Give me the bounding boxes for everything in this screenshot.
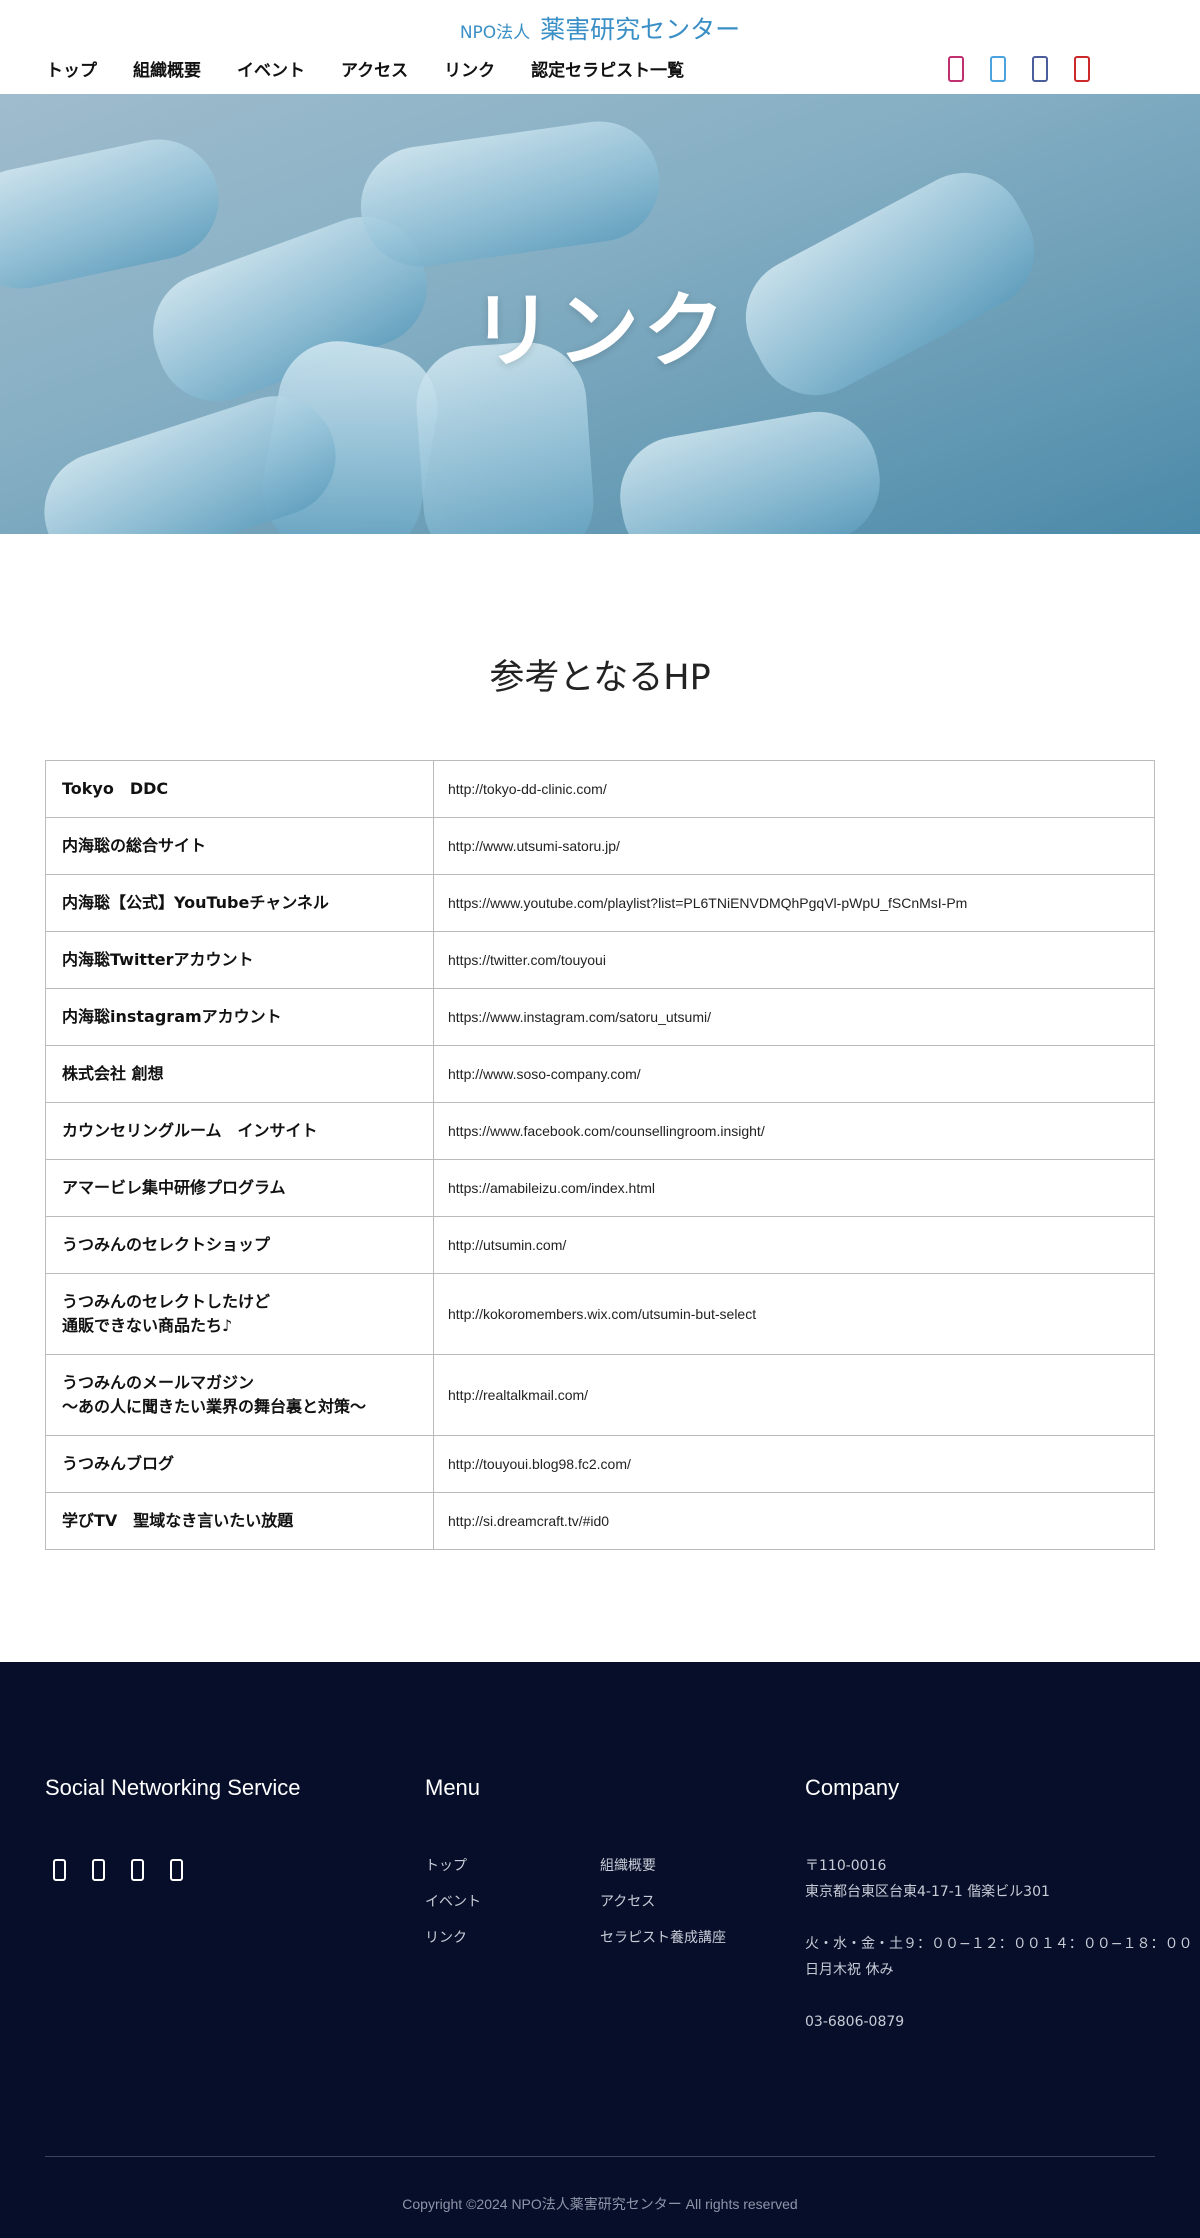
footer-sns-title: Social Networking Service [45,1775,301,1800]
company-hours-block: 火・水・金・土９：００−１２：００１４：００−１８：００ 日月木祝 休み [805,1931,1192,1983]
link-name: うつみんブログ [45,1435,434,1493]
link-url[interactable]: http://realtalkmail.com/ [433,1354,1155,1436]
footer-menu-events[interactable]: イベント [425,1891,600,1911]
hero-pill-image [353,113,667,275]
footer-sns-links [53,1859,301,1881]
links-table: Tokyo DDC http://tokyo-dd-clinic.com/ 内海… [45,760,1155,1550]
company-phone[interactable]: 03-6806-0879 [805,2009,1192,2035]
twitter-icon[interactable] [92,1859,105,1881]
link-url[interactable]: https://www.youtube.com/playlist?list=PL… [433,874,1155,932]
footer-menu-top[interactable]: トップ [425,1855,600,1875]
link-name: うつみんのセレクトしたけど 通販できない商品たち♪ [45,1273,434,1355]
table-row: うつみんブログ http://touyoui.blog98.fc2.com/ [45,1435,1155,1493]
link-url[interactable]: http://www.utsumi-satoru.jp/ [433,817,1155,875]
table-row: 内海聡instagramアカウント https://www.instagram.… [45,988,1155,1046]
youtube-icon[interactable] [1074,56,1090,82]
footer-menu-title: Menu [425,1775,481,1800]
link-url[interactable]: https://www.instagram.com/satoru_utsumi/ [433,988,1155,1046]
footer-menu-training[interactable]: セラピスト養成講座 [600,1927,775,1947]
nav-item-top[interactable]: トップ [46,56,97,81]
company-closed: 日月木祝 休み [805,1962,894,1978]
company-info: 〒110-0016 東京都台東区台東4-17-1 偕楽ビル301 火・水・金・土… [805,1853,1192,2035]
link-url[interactable]: http://www.soso-company.com/ [433,1045,1155,1103]
link-url[interactable]: http://si.dreamcraft.tv/#id0 [433,1492,1155,1550]
link-url[interactable]: https://amabileizu.com/index.html [433,1159,1155,1217]
table-row: 学びTV 聖域なき言いたい放題 http://si.dreamcraft.tv/… [45,1492,1155,1550]
link-name-line2: 〜あの人に聞きたい業界の舞台裏と対策〜 [62,1397,367,1416]
footer-menu-organization[interactable]: 組織概要 [600,1855,775,1875]
copyright: Copyright ©2024 NPO法人薬害研究センター All rights… [402,2196,798,2212]
table-row: 内海聡の総合サイト http://www.utsumi-satoru.jp/ [45,817,1155,875]
link-name-line1: うつみんのメールマガジン [62,1373,255,1392]
link-name: 内海聡の総合サイト [45,817,434,875]
page-title: リンク [470,284,729,379]
link-name: 内海聡【公式】YouTubeチャンネル [45,874,434,932]
instagram-icon[interactable] [948,56,964,82]
table-row: 内海聡Twitterアカウント https://twitter.com/touy… [45,931,1155,989]
link-url[interactable]: http://tokyo-dd-clinic.com/ [433,760,1155,818]
footer-company-column: Company 〒110-0016 東京都台東区台東4-17-1 偕楽ビル301… [805,1775,1192,2061]
link-name: 内海聡Twitterアカウント [45,931,434,989]
table-row: うつみんのセレクトしたけど 通販できない商品たち♪ http://kokorom… [45,1273,1155,1355]
footer-menu-column: Menu トップ 組織概要 イベント アクセス リンク セラピスト養成講座 [425,1775,775,1947]
nav-item-therapists[interactable]: 認定セラピスト一覧 [531,56,684,81]
link-url[interactable]: http://kokoromembers.wix.com/utsumin-but… [433,1273,1155,1355]
table-row: 内海聡【公式】YouTubeチャンネル https://www.youtube.… [45,874,1155,932]
facebook-icon[interactable] [1032,56,1048,82]
company-postal: 〒110-0016 [805,1858,887,1874]
site-logo[interactable]: NPO法人 薬害研究センター [0,10,1200,46]
link-name: うつみんのセレクトショップ [45,1216,434,1274]
link-name: 学びTV 聖域なき言いたい放題 [45,1492,434,1550]
company-address: 東京都台東区台東4-17-1 偕楽ビル301 [805,1884,1050,1900]
link-name: うつみんのメールマガジン 〜あの人に聞きたい業界の舞台裏と対策〜 [45,1354,434,1436]
link-url[interactable]: https://www.facebook.com/counsellingroom… [433,1102,1155,1160]
links-section: 参考となるHP Tokyo DDC http://tokyo-dd-clinic… [0,534,1200,1662]
instagram-icon[interactable] [53,1859,66,1881]
site-header: NPO法人 薬害研究センター トップ 組織概要 イベント アクセス リンク 認定セ… [0,0,1200,94]
company-address-block: 〒110-0016 東京都台東区台東4-17-1 偕楽ビル301 [805,1853,1192,1905]
nav-item-links[interactable]: リンク [444,56,495,81]
youtube-icon[interactable] [170,1859,183,1881]
table-row: Tokyo DDC http://tokyo-dd-clinic.com/ [45,760,1155,818]
company-hours: 火・水・金・土９：００−１２：００１４：００−１８：００ [805,1936,1193,1952]
link-name: アマービレ集中研修プログラム [45,1159,434,1217]
facebook-icon[interactable] [131,1859,144,1881]
link-name-line2: 通販できない商品たち♪ [62,1316,233,1335]
site-footer: Social Networking Service Menu トップ 組織概要 … [0,1662,1200,2238]
footer-divider [45,2156,1155,2157]
table-row: うつみんのセレクトショップ http://utsumin.com/ [45,1216,1155,1274]
link-url[interactable]: http://utsumin.com/ [433,1216,1155,1274]
hero-banner: リンク [0,94,1200,534]
link-name: カウンセリングルーム インサイト [45,1102,434,1160]
logo-small-text: NPO法人 [459,23,531,43]
main-nav: トップ 組織概要 イベント アクセス リンク 認定セラピスト一覧 [46,56,684,81]
link-name-line1: うつみんのセレクトしたけど [62,1292,271,1311]
footer-menu-access[interactable]: アクセス [600,1891,775,1911]
hero-pill-image [610,402,890,534]
table-row: アマービレ集中研修プログラム https://amabileizu.com/in… [45,1159,1155,1217]
header-sns-links [948,56,1090,82]
nav-item-events[interactable]: イベント [237,56,305,81]
footer-menu: トップ 組織概要 イベント アクセス リンク セラピスト養成講座 [425,1855,775,1947]
link-url[interactable]: http://touyoui.blog98.fc2.com/ [433,1435,1155,1493]
section-title: 参考となるHP [489,658,711,698]
logo-main-text: 薬害研究センター [540,15,741,44]
table-row: うつみんのメールマガジン 〜あの人に聞きたい業界の舞台裏と対策〜 http://… [45,1354,1155,1436]
footer-menu-links[interactable]: リンク [425,1927,600,1947]
link-name: Tokyo DDC [45,760,434,818]
nav-item-organization[interactable]: 組織概要 [133,56,201,81]
table-row: 株式会社 創想 http://www.soso-company.com/ [45,1045,1155,1103]
footer-sns-column: Social Networking Service [45,1775,301,1881]
link-name: 内海聡instagramアカウント [45,988,434,1046]
link-name: 株式会社 創想 [45,1045,434,1103]
footer-company-title: Company [805,1775,900,1800]
table-row: カウンセリングルーム インサイト https://www.facebook.co… [45,1102,1155,1160]
twitter-icon[interactable] [990,56,1006,82]
link-url[interactable]: https://twitter.com/touyoui [433,931,1155,989]
nav-item-access[interactable]: アクセス [341,56,408,81]
